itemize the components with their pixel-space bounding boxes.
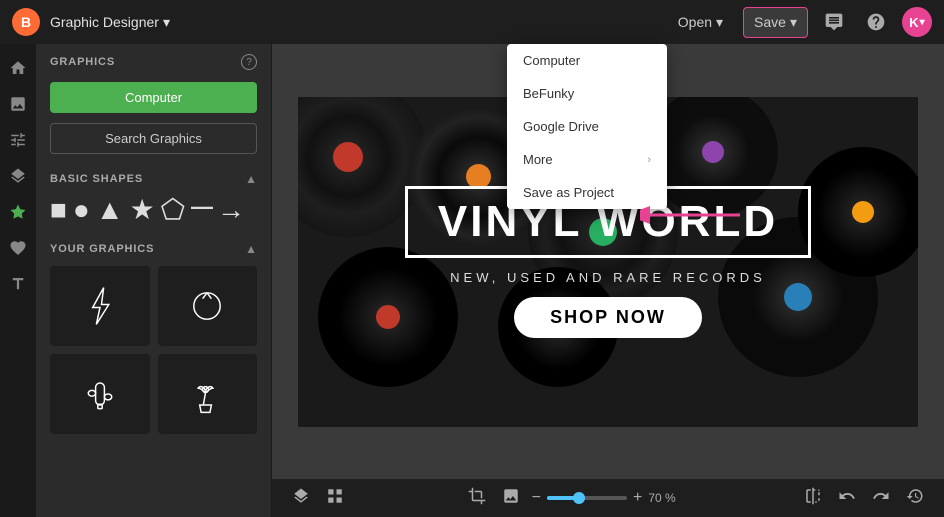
shop-now-button[interactable]: SHOP NOW (514, 297, 702, 338)
graphic-item-circle-arrow[interactable] (158, 266, 258, 346)
app-logo: B (12, 8, 40, 36)
line-shape[interactable]: — (191, 196, 211, 224)
icon-bar (0, 44, 36, 517)
bottom-toolbar: − + 70 % (272, 479, 944, 517)
panel-header: GRAPHICS ? (36, 44, 271, 76)
chevron-right-icon: › (647, 154, 651, 166)
main-content: GRAPHICS ? Computer Search Graphics BASI… (0, 44, 944, 517)
chevron-down-icon: ▾ (716, 14, 723, 31)
icon-bar-graphics[interactable] (4, 198, 32, 226)
user-avatar[interactable]: K ▾ (902, 7, 932, 37)
your-graphics-header[interactable]: YOUR GRAPHICS ▲ (36, 234, 271, 262)
help-button[interactable]: ? (241, 54, 257, 70)
chevron-down-icon: ▾ (163, 14, 170, 31)
chevron-down-icon: ▾ (920, 17, 925, 28)
toolbar-right (800, 485, 928, 511)
zoom-in-button[interactable]: + (633, 489, 642, 507)
redo-icon[interactable] (868, 485, 894, 511)
grid-icon[interactable] (322, 485, 348, 511)
topbar: B Graphic Designer ▾ Open ▾ Save ▾ K ▾ (0, 0, 944, 44)
graphics-grid (36, 262, 271, 444)
zoom-value: 70 % (648, 491, 684, 505)
save-button[interactable]: Save ▾ (743, 7, 808, 38)
basic-shapes-header[interactable]: BASIC SHAPES ▲ (36, 164, 271, 192)
computer-button[interactable]: Computer (50, 82, 257, 113)
icon-bar-adjust[interactable] (4, 126, 32, 154)
history-icon[interactable] (902, 485, 928, 511)
icon-bar-layers[interactable] (4, 162, 32, 190)
graphic-item-plant[interactable] (158, 354, 258, 434)
open-button[interactable]: Open ▾ (668, 8, 733, 37)
star-shape[interactable]: ★ (130, 196, 155, 224)
icon-bar-photos[interactable] (4, 90, 32, 118)
icon-bar-home[interactable] (4, 54, 32, 82)
graphic-item-lightning[interactable] (50, 266, 150, 346)
chevron-down-icon: ▾ (790, 14, 797, 31)
undo-icon[interactable] (834, 485, 860, 511)
zoom-slider[interactable] (547, 496, 627, 500)
canvas-subtitle: NEW, USED AND RARE RECORDS (450, 270, 766, 285)
pentagon-shape[interactable]: ⬠ (161, 196, 185, 224)
app-name-button[interactable]: Graphic Designer ▾ (50, 14, 170, 31)
square-shape[interactable]: ■ (50, 196, 67, 224)
flip-icon[interactable] (800, 485, 826, 511)
left-panel: GRAPHICS ? Computer Search Graphics BASI… (36, 44, 272, 517)
graphics-chevron-icon: ▲ (245, 242, 257, 256)
save-dropdown-menu: Computer BeFunky Google Drive More › Sav… (507, 44, 667, 209)
shapes-grid: ■ ● ▲ ★ ⬠ — → (36, 192, 271, 234)
toolbar-left (288, 485, 348, 511)
crop-icon[interactable] (464, 485, 490, 511)
circle-shape[interactable]: ● (73, 196, 90, 224)
layers-icon[interactable] (288, 485, 314, 511)
dropdown-item-computer[interactable]: Computer (507, 44, 667, 77)
shapes-chevron-icon: ▲ (245, 172, 257, 186)
toolbar-center: − + 70 % (464, 485, 685, 511)
triangle-shape[interactable]: ▲ (96, 196, 124, 224)
zoom-out-button[interactable]: − (532, 489, 541, 507)
dropdown-item-save-as-project[interactable]: Save as Project (507, 176, 667, 209)
dropdown-item-google-drive[interactable]: Google Drive (507, 110, 667, 143)
dropdown-item-befunky[interactable]: BeFunky (507, 77, 667, 110)
icon-bar-favorites[interactable] (4, 234, 32, 262)
icon-bar-text[interactable] (4, 270, 32, 298)
zoom-control: − + 70 % (532, 489, 685, 507)
chat-icon-button[interactable] (818, 6, 850, 38)
search-graphics-button[interactable]: Search Graphics (50, 123, 257, 154)
help-icon-button[interactable] (860, 6, 892, 38)
panel-title: GRAPHICS (50, 56, 115, 68)
dropdown-item-more[interactable]: More › (507, 143, 667, 176)
arrow-shape[interactable]: → (217, 196, 245, 224)
image-icon[interactable] (498, 485, 524, 511)
graphic-item-cactus[interactable] (50, 354, 150, 434)
